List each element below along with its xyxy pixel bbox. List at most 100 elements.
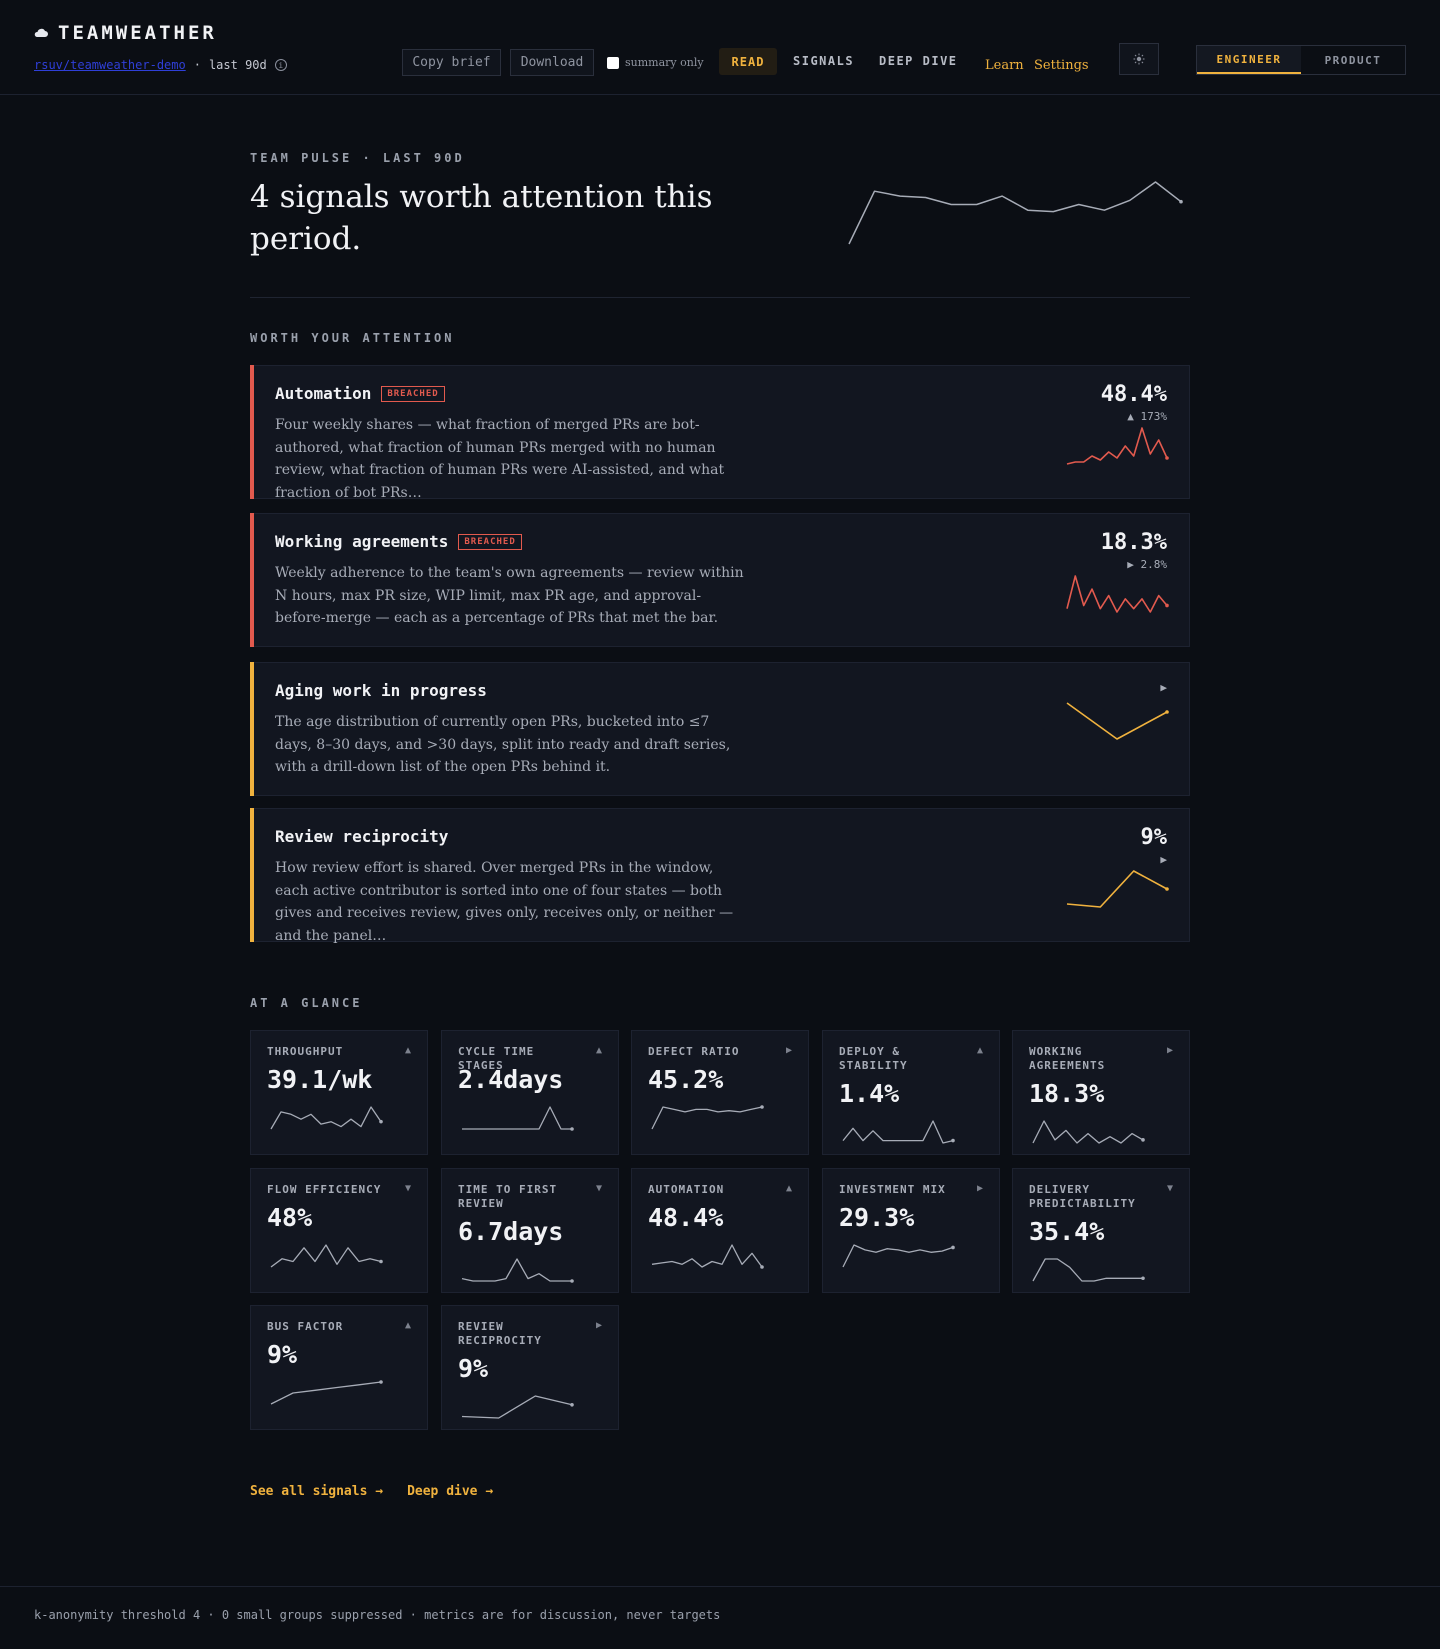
metric-sparkline <box>462 1106 574 1131</box>
learn-link[interactable]: Learn <box>985 58 1024 73</box>
signal-card[interactable]: Automation BREACHED Four weekly shares — w… <box>250 365 1190 501</box>
footer-links: See all signals → Deep dive → <box>250 1484 493 1499</box>
signal-card[interactable]: Aging work in progress The age distributi… <box>250 662 1190 796</box>
metric-label: DELIVERY PREDICTABILITY <box>1029 1183 1136 1210</box>
metric-sparkline <box>270 1106 383 1130</box>
sparkline-end-dot <box>951 1245 955 1250</box>
metric-label: INVESTMENT MIX <box>839 1183 946 1196</box>
metric-sparkline <box>1032 1258 1145 1282</box>
sun-icon <box>1133 53 1145 65</box>
metric-tile[interactable]: DEPLOY & STABILITY ▲ 1.4% <box>822 1030 1000 1155</box>
signal-delta: ▲ 173% <box>1127 410 1167 423</box>
signal-title: Aging work in progress <box>275 681 487 700</box>
sparkline-end-dot <box>1141 1276 1145 1281</box>
signal-sparkline <box>1066 575 1169 613</box>
signal-sparkline <box>1066 702 1169 740</box>
sparkline-path <box>842 1120 954 1144</box>
signal-title-row: Review reciprocity <box>275 827 448 846</box>
role-engineer[interactable]: ENGINEER <box>1197 46 1301 74</box>
sparkline-end-dot <box>570 1403 574 1407</box>
repo-link[interactable]: rsuv/teamweather-demo <box>34 58 186 72</box>
metric-sparkline <box>461 1258 574 1283</box>
signal-description: Weekly adherence to the team's own agree… <box>275 565 744 626</box>
copy-brief-button[interactable]: Copy brief <box>402 49 501 76</box>
download-button[interactable]: Download <box>510 49 594 76</box>
info-icon[interactable]: i <box>274 59 287 71</box>
metric-tile[interactable]: WORKING AGREEMENTS ▶ 18.3% <box>1012 1030 1190 1155</box>
sparkline-end-dot <box>760 1105 764 1109</box>
checkbox-box[interactable] <box>607 56 619 69</box>
sparkline-path <box>1066 427 1168 465</box>
trend-arrow-icon: ▲ <box>785 1183 792 1194</box>
section-heading-glance: AT A GLANCE <box>250 996 363 1010</box>
metric-label: FLOW EFFICIENCY <box>267 1183 382 1196</box>
brand: TEAMWEATHER <box>34 22 217 44</box>
sparkline-end-dot <box>379 1380 383 1384</box>
severity-bar <box>250 513 254 647</box>
metric-sparkline <box>270 1244 383 1268</box>
sparkline-path <box>1066 575 1168 613</box>
tab-signals[interactable]: SIGNALS <box>793 54 854 68</box>
metric-sparkline <box>1032 1120 1145 1144</box>
metric-tile[interactable]: AUTOMATION ▲ 48.4% <box>631 1168 809 1293</box>
sparkline-path <box>651 1106 763 1130</box>
signal-card[interactable]: Working agreements BREACHED Weekly adheren… <box>250 513 1190 647</box>
sparkline-path <box>1066 870 1168 908</box>
sparkline-end-dot <box>760 1265 764 1269</box>
sparkline-end-dot <box>379 1259 383 1264</box>
trend-arrow-icon: ▶ <box>1166 1045 1173 1056</box>
role-product[interactable]: PRODUCT <box>1301 46 1405 74</box>
breached-badge: BREACHED <box>381 385 445 402</box>
tab-read[interactable]: READ <box>719 48 777 75</box>
metric-tile[interactable]: INVESTMENT MIX ▶ 29.3% <box>822 1168 1000 1293</box>
signal-value: 18.3% <box>1100 530 1167 555</box>
metric-sparkline <box>842 1120 955 1144</box>
metric-value: 2.4days <box>458 1065 564 1094</box>
theme-toggle-button[interactable] <box>1119 43 1159 75</box>
severity-bar <box>250 808 254 942</box>
trend-arrow-icon: ▼ <box>595 1183 602 1194</box>
metric-label: DEPLOY & STABILITY <box>839 1045 908 1072</box>
tab-deep-dive[interactable]: DEEP DIVE <box>879 54 958 68</box>
metric-tile[interactable]: DEFECT RATIO ▶ 45.2% <box>631 1030 809 1155</box>
metric-tile[interactable]: REVIEW RECIPROCITY ▶ 9% <box>441 1305 619 1430</box>
sparkline-end-dot <box>379 1119 383 1124</box>
severity-bar <box>250 365 254 499</box>
sparkline-end-dot <box>570 1127 574 1131</box>
signal-card[interactable]: Review reciprocity How review effort is s… <box>250 808 1190 944</box>
see-all-signals-link[interactable]: See all signals → <box>250 1484 383 1499</box>
signal-title-row: Working agreements BREACHED <box>275 532 522 551</box>
deep-dive-link[interactable]: Deep dive → <box>407 1484 493 1499</box>
metric-tile[interactable]: CYCLE TIME STAGES ▲ 2.4days <box>441 1030 619 1155</box>
metric-tile[interactable]: BUS FACTOR ▲ 9% <box>250 1305 428 1430</box>
top-bar: TEAMWEATHER rsuv/teamweather-demo · last… <box>0 0 1440 95</box>
metric-label: BUS FACTOR <box>267 1320 344 1333</box>
signal-description: The age distribution of currently open P… <box>275 714 731 775</box>
metric-tile[interactable]: FLOW EFFICIENCY ▼ 48% <box>250 1168 428 1293</box>
metric-sparkline <box>651 1105 764 1130</box>
metric-label: AUTOMATION <box>648 1183 725 1196</box>
summary-only-checkbox[interactable]: summary only <box>607 56 704 69</box>
section-heading-attention: WORTH YOUR ATTENTION <box>250 331 455 345</box>
metric-value: 6.7days <box>458 1217 564 1246</box>
metric-tile[interactable]: DELIVERY PREDICTABILITY ▼ 35.4% <box>1012 1168 1190 1293</box>
metric-value: 1.4% <box>839 1079 900 1108</box>
role-toggle: ENGINEER PRODUCT <box>1196 45 1406 75</box>
divider <box>250 297 1190 298</box>
trend-arrow-icon: ▲ <box>595 1045 602 1056</box>
metric-tile[interactable]: THROUGHPUT ▲ 39.1/wk <box>250 1030 428 1155</box>
sparkline-path <box>1032 1258 1143 1282</box>
settings-link[interactable]: Settings <box>1034 58 1089 73</box>
trend-arrow-icon: ▲ <box>404 1320 411 1331</box>
separator-dot: · <box>193 58 201 72</box>
sparkline-end-dot <box>1165 603 1169 608</box>
footer-note: k-anonymity threshold 4 · 0 small groups… <box>34 1608 721 1622</box>
metric-value: 45.2% <box>648 1065 724 1094</box>
sparkline-path <box>461 1258 572 1282</box>
metric-value: 29.3% <box>839 1203 915 1232</box>
signal-title: Working agreements <box>275 532 449 551</box>
metric-value: 9% <box>267 1340 298 1369</box>
sparkline-path <box>848 181 1182 245</box>
footer: k-anonymity threshold 4 · 0 small groups… <box>0 1586 1440 1649</box>
metric-tile[interactable]: TIME TO FIRST REVIEW ▼ 6.7days <box>441 1168 619 1293</box>
